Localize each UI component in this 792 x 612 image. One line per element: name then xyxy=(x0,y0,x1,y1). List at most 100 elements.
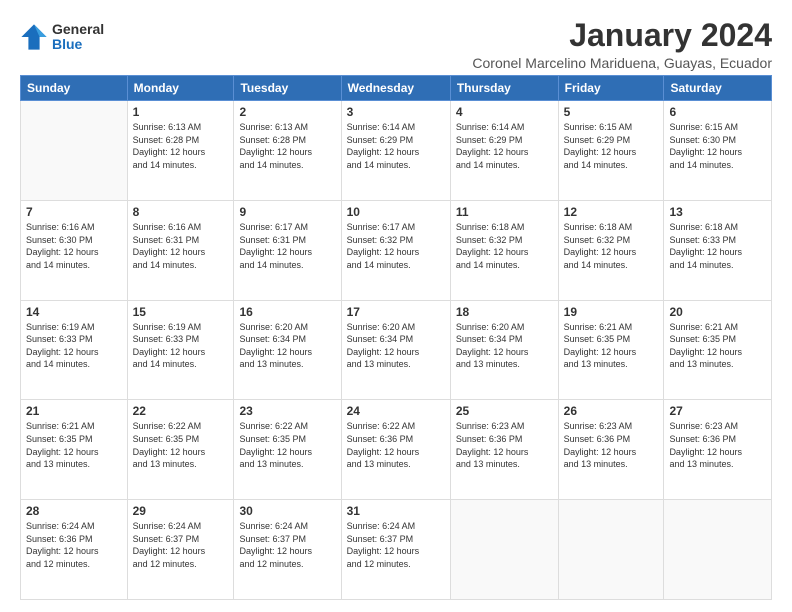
day-info: Sunrise: 6:17 AMSunset: 6:31 PMDaylight:… xyxy=(239,221,335,271)
table-row: 4 Sunrise: 6:14 AMSunset: 6:29 PMDaylight… xyxy=(450,101,558,201)
table-row: 9 Sunrise: 6:17 AMSunset: 6:31 PMDaylight… xyxy=(234,200,341,300)
day-info: Sunrise: 6:24 AMSunset: 6:37 PMDaylight:… xyxy=(347,520,445,570)
logo: General Blue xyxy=(20,22,104,53)
day-info: Sunrise: 6:14 AMSunset: 6:29 PMDaylight:… xyxy=(456,121,553,171)
day-number: 29 xyxy=(133,504,229,518)
table-row: 13Sunrise: 6:18 AMSunset: 6:33 PMDayligh… xyxy=(664,200,772,300)
table-row: 25 Sunrise: 6:23 AMSunset: 6:36 PMDayligh… xyxy=(450,400,558,500)
day-info: Sunrise: 6:21 AMSunset: 6:35 PMDaylight:… xyxy=(26,420,122,470)
day-info: Sunrise: 6:15 AMSunset: 6:30 PMDaylight:… xyxy=(669,121,766,171)
day-info: Sunrise: 6:23 AMSunset: 6:36 PMDaylight:… xyxy=(456,420,553,470)
day-info: Sunrise: 6:22 AMSunset: 6:35 PMDaylight:… xyxy=(239,420,335,470)
day-info: Sunrise: 6:19 AMSunset: 6:33 PMDaylight:… xyxy=(133,321,229,371)
calendar: Sunday Monday Tuesday Wednesday Thursday… xyxy=(20,75,772,600)
day-number: 12 xyxy=(564,205,659,219)
header-thursday: Thursday xyxy=(450,76,558,101)
day-number: 7 xyxy=(26,205,122,219)
day-number: 5 xyxy=(564,105,659,119)
day-number: 27 xyxy=(669,404,766,418)
table-row xyxy=(450,500,558,600)
table-row: 31 Sunrise: 6:24 AMSunset: 6:37 PMDayligh… xyxy=(341,500,450,600)
table-row: 18Sunrise: 6:20 AMSunset: 6:34 PMDayligh… xyxy=(450,300,558,400)
location-title: Coronel Marcelino Mariduena, Guayas, Ecu… xyxy=(472,55,772,71)
table-row: 27Sunrise: 6:23 AMSunset: 6:36 PMDayligh… xyxy=(664,400,772,500)
day-number: 8 xyxy=(133,205,229,219)
calendar-week-1: 7 Sunrise: 6:16 AMSunset: 6:30 PMDaylight… xyxy=(21,200,772,300)
logo-blue: Blue xyxy=(52,37,104,52)
table-row: 24 Sunrise: 6:22 AMSunset: 6:36 PMDayligh… xyxy=(341,400,450,500)
table-row: 14 Sunrise: 6:19 AMSunset: 6:33 PMDayligh… xyxy=(21,300,128,400)
day-number: 14 xyxy=(26,305,122,319)
logo-general: General xyxy=(52,22,104,37)
calendar-week-2: 14 Sunrise: 6:19 AMSunset: 6:33 PMDayligh… xyxy=(21,300,772,400)
page-header: General Blue January 2024 Coronel Marcel… xyxy=(20,18,772,71)
table-row: 26 Sunrise: 6:23 AMSunset: 6:36 PMDayligh… xyxy=(558,400,664,500)
day-number: 19 xyxy=(564,305,659,319)
day-info: Sunrise: 6:21 AMSunset: 6:35 PMDaylight:… xyxy=(669,321,766,371)
day-number: 10 xyxy=(347,205,445,219)
day-info: Sunrise: 6:16 AMSunset: 6:30 PMDaylight:… xyxy=(26,221,122,271)
day-number: 16 xyxy=(239,305,335,319)
day-info: Sunrise: 6:18 AMSunset: 6:33 PMDaylight:… xyxy=(669,221,766,271)
day-number: 17 xyxy=(347,305,445,319)
day-number: 31 xyxy=(347,504,445,518)
day-info: Sunrise: 6:22 AMSunset: 6:35 PMDaylight:… xyxy=(133,420,229,470)
day-info: Sunrise: 6:16 AMSunset: 6:31 PMDaylight:… xyxy=(133,221,229,271)
day-info: Sunrise: 6:20 AMSunset: 6:34 PMDaylight:… xyxy=(347,321,445,371)
table-row: 22 Sunrise: 6:22 AMSunset: 6:35 PMDayligh… xyxy=(127,400,234,500)
table-row: 11Sunrise: 6:18 AMSunset: 6:32 PMDayligh… xyxy=(450,200,558,300)
table-row: 7 Sunrise: 6:16 AMSunset: 6:30 PMDaylight… xyxy=(21,200,128,300)
table-row: 20 Sunrise: 6:21 AMSunset: 6:35 PMDayligh… xyxy=(664,300,772,400)
day-info: Sunrise: 6:24 AMSunset: 6:36 PMDaylight:… xyxy=(26,520,122,570)
table-row: 15 Sunrise: 6:19 AMSunset: 6:33 PMDayligh… xyxy=(127,300,234,400)
day-number: 4 xyxy=(456,105,553,119)
day-info: Sunrise: 6:19 AMSunset: 6:33 PMDaylight:… xyxy=(26,321,122,371)
day-info: Sunrise: 6:17 AMSunset: 6:32 PMDaylight:… xyxy=(347,221,445,271)
day-number: 26 xyxy=(564,404,659,418)
logo-icon xyxy=(20,23,48,51)
logo-text: General Blue xyxy=(52,22,104,53)
day-number: 22 xyxy=(133,404,229,418)
table-row: 23 Sunrise: 6:22 AMSunset: 6:35 PMDayligh… xyxy=(234,400,341,500)
table-row: 16 Sunrise: 6:20 AMSunset: 6:34 PMDayligh… xyxy=(234,300,341,400)
day-number: 15 xyxy=(133,305,229,319)
table-row: 5Sunrise: 6:15 AMSunset: 6:29 PMDaylight… xyxy=(558,101,664,201)
calendar-week-3: 21 Sunrise: 6:21 AMSunset: 6:35 PMDayligh… xyxy=(21,400,772,500)
title-block: January 2024 Coronel Marcelino Mariduena… xyxy=(472,18,772,71)
day-info: Sunrise: 6:13 AMSunset: 6:28 PMDaylight:… xyxy=(239,121,335,171)
day-number: 1 xyxy=(133,105,229,119)
day-number: 21 xyxy=(26,404,122,418)
day-info: Sunrise: 6:18 AMSunset: 6:32 PMDaylight:… xyxy=(564,221,659,271)
day-number: 3 xyxy=(347,105,445,119)
day-info: Sunrise: 6:20 AMSunset: 6:34 PMDaylight:… xyxy=(456,321,553,371)
table-row: 29Sunrise: 6:24 AMSunset: 6:37 PMDayligh… xyxy=(127,500,234,600)
header-wednesday: Wednesday xyxy=(341,76,450,101)
day-number: 24 xyxy=(347,404,445,418)
day-number: 9 xyxy=(239,205,335,219)
table-row: 12 Sunrise: 6:18 AMSunset: 6:32 PMDayligh… xyxy=(558,200,664,300)
day-number: 2 xyxy=(239,105,335,119)
day-info: Sunrise: 6:23 AMSunset: 6:36 PMDaylight:… xyxy=(564,420,659,470)
table-row: 28 Sunrise: 6:24 AMSunset: 6:36 PMDayligh… xyxy=(21,500,128,600)
day-info: Sunrise: 6:14 AMSunset: 6:29 PMDaylight:… xyxy=(347,121,445,171)
table-row: 3 Sunrise: 6:14 AMSunset: 6:29 PMDaylight… xyxy=(341,101,450,201)
day-number: 25 xyxy=(456,404,553,418)
day-number: 28 xyxy=(26,504,122,518)
day-info: Sunrise: 6:21 AMSunset: 6:35 PMDaylight:… xyxy=(564,321,659,371)
day-number: 23 xyxy=(239,404,335,418)
table-row: 10 Sunrise: 6:17 AMSunset: 6:32 PMDayligh… xyxy=(341,200,450,300)
header-saturday: Saturday xyxy=(664,76,772,101)
header-monday: Monday xyxy=(127,76,234,101)
header-friday: Friday xyxy=(558,76,664,101)
day-info: Sunrise: 6:20 AMSunset: 6:34 PMDaylight:… xyxy=(239,321,335,371)
calendar-week-0: 1 Sunrise: 6:13 AMSunset: 6:28 PMDaylight… xyxy=(21,101,772,201)
day-number: 20 xyxy=(669,305,766,319)
day-number: 30 xyxy=(239,504,335,518)
day-info: Sunrise: 6:22 AMSunset: 6:36 PMDaylight:… xyxy=(347,420,445,470)
table-row: 17 Sunrise: 6:20 AMSunset: 6:34 PMDayligh… xyxy=(341,300,450,400)
month-title: January 2024 xyxy=(472,18,772,53)
table-row: 8 Sunrise: 6:16 AMSunset: 6:31 PMDaylight… xyxy=(127,200,234,300)
calendar-week-4: 28 Sunrise: 6:24 AMSunset: 6:36 PMDayligh… xyxy=(21,500,772,600)
table-row: 30Sunrise: 6:24 AMSunset: 6:37 PMDayligh… xyxy=(234,500,341,600)
table-row: 1Sunrise: 6:13 AMSunset: 6:28 PMDaylight… xyxy=(127,101,234,201)
